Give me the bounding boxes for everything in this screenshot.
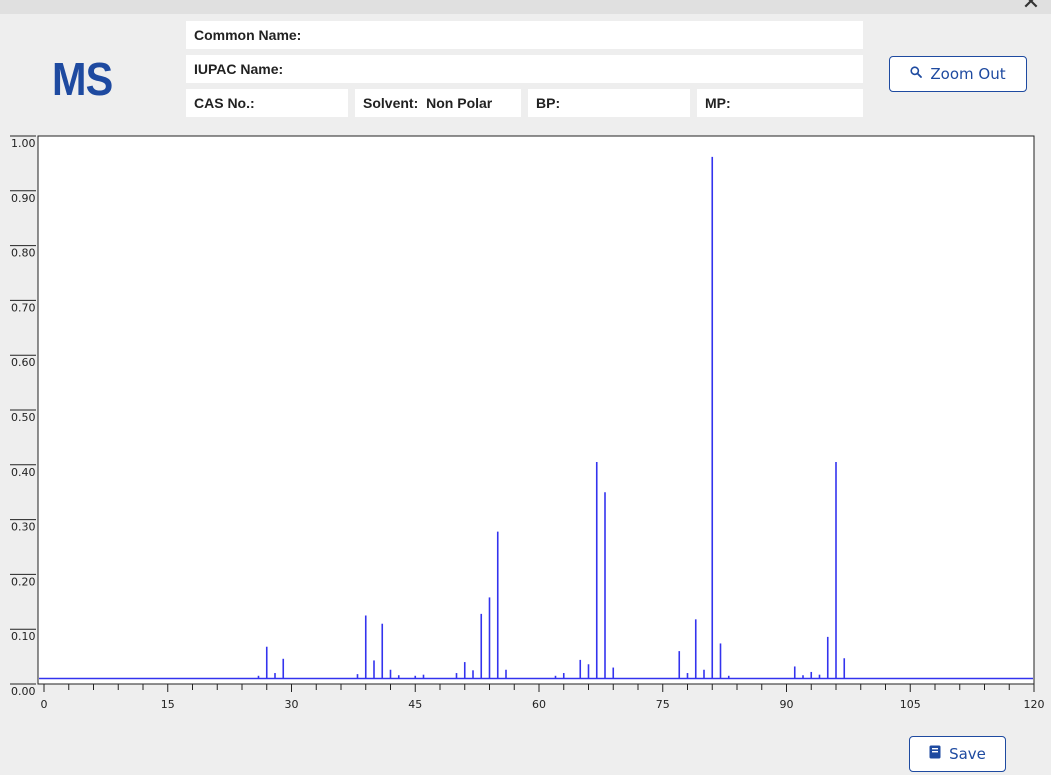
plot-frame (37, 135, 1035, 685)
zoom-out-label: Zoom Out (930, 65, 1006, 83)
y-tick-label: 0.60 (11, 356, 36, 369)
y-tick-label: 0.40 (11, 466, 36, 479)
x-tick-label: 75 (656, 698, 670, 711)
close-icon[interactable]: ✕ (1019, 0, 1043, 13)
save-button[interactable]: Save (909, 736, 1006, 772)
mass-spectrum-chart[interactable]: 0.00 0.10 0.20 0.30 0.40 0.50 0.60 0.70 0.80 0.90… (0, 128, 1051, 725)
y-tick-label: 0.20 (11, 575, 36, 588)
magnifier-icon (910, 66, 923, 82)
solvent-value: Non Polar (426, 95, 493, 111)
y-tick-label: 0.10 (11, 630, 36, 643)
y-tick-label: 0.30 (11, 521, 36, 534)
zoom-out-button[interactable]: Zoom Out (889, 56, 1027, 92)
bp-label: BP: (536, 95, 561, 111)
y-tick-label: 0.90 (11, 192, 36, 205)
y-tick-label: 0.70 (11, 301, 36, 314)
x-tick-label: 60 (532, 698, 546, 711)
cas-number-label: CAS No.: (194, 95, 255, 111)
cas-number-field: CAS No.: (186, 89, 348, 117)
x-tick-label: 90 (780, 698, 794, 711)
iupac-name-field: IUPAC Name: (186, 55, 863, 83)
common-name-field: Common Name: (186, 21, 863, 49)
bp-field: BP: (528, 89, 690, 117)
common-name-label: Common Name: (194, 27, 302, 43)
iupac-name-label: IUPAC Name: (194, 61, 284, 77)
ms-logo: MS (52, 53, 113, 105)
y-tick-label: 0.50 (11, 411, 36, 424)
x-tick-label: 30 (285, 698, 299, 711)
save-label: Save (949, 745, 986, 763)
y-tick-label: 1.00 (11, 137, 36, 150)
x-tick-label: 0 (41, 698, 48, 711)
save-icon (929, 745, 941, 763)
solvent-label: Solvent: (363, 95, 419, 111)
window-title-bar (0, 0, 1051, 14)
solvent-field: Solvent: Non Polar (355, 89, 521, 117)
mp-label: MP: (705, 95, 731, 111)
y-tick-label: 0.00 (11, 685, 36, 698)
x-tick-label: 120 (1024, 698, 1045, 711)
x-tick-label: 15 (161, 698, 175, 711)
y-tick-label: 0.80 (11, 247, 36, 260)
x-tick-label: 45 (408, 698, 422, 711)
x-tick-label: 105 (900, 698, 921, 711)
plot-area: 0.00 0.10 0.20 0.30 0.40 0.50 0.60 0.70 0.80 0.90… (10, 135, 1045, 711)
mp-field: MP: (697, 89, 863, 117)
